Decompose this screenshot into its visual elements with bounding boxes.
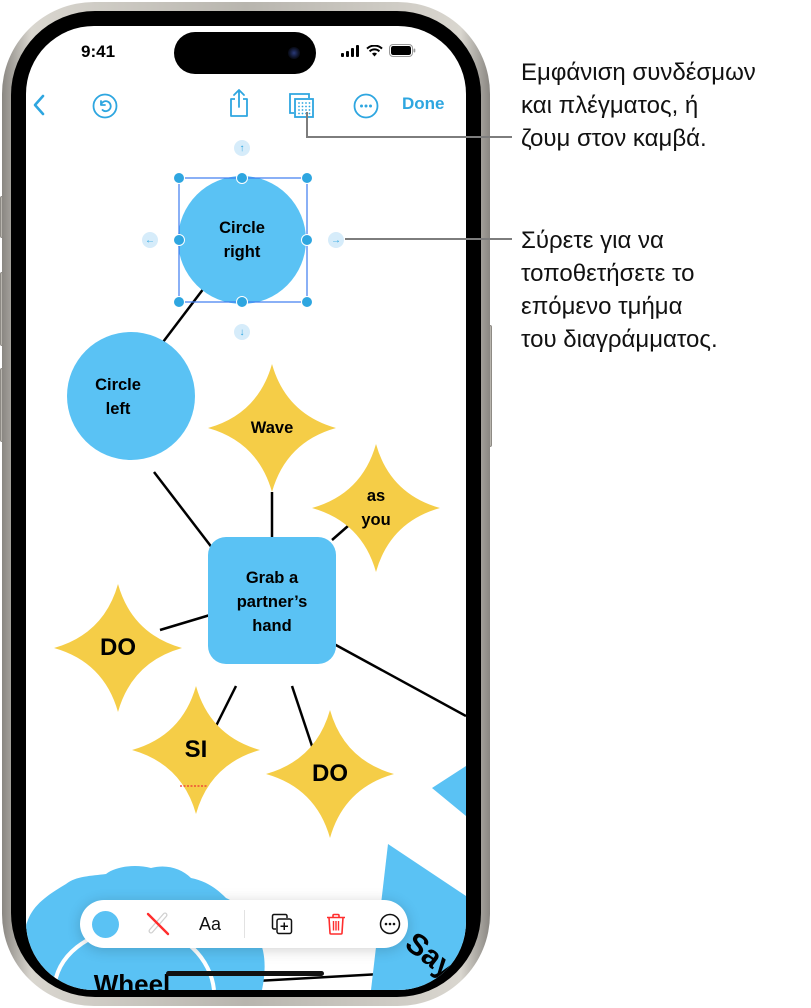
undo-button[interactable] [92,93,118,124]
undo-icon [92,93,118,119]
resize-handle-right[interactable] [301,234,313,246]
add-node-left-arrow-icon[interactable]: ← [142,232,158,248]
callout-leader-view-options [306,112,308,138]
node-label-do-left: DO [100,634,136,661]
dynamic-island [174,32,316,74]
add-node-up-arrow-icon[interactable]: ↑ [234,140,250,156]
connector-as-you-grab-hand [331,525,349,541]
back-button[interactable] [32,94,46,121]
node-label-circle-left: Circle left [95,376,141,418]
view-options-button[interactable] [288,92,316,125]
add-node-down-arrow-icon[interactable]: ↓ [234,324,250,340]
shape-triangle-partial[interactable] [432,766,466,816]
callout-leader-view-options-h [306,136,512,138]
toolbar-divider [244,910,245,938]
status-icons [341,44,416,57]
no-stroke-button[interactable] [138,900,178,948]
wifi-icon [366,44,383,56]
share-icon [230,89,248,117]
grid-view-icon [289,93,314,118]
node-label-as-you: as you [361,487,391,529]
shape-toolbar: Aa [80,900,408,948]
connector-do-left-grab-hand [159,613,211,632]
battery-icon [389,44,416,57]
status-time: 9:41 [81,42,116,61]
diagram-canvas[interactable] [26,26,466,990]
fill-color-button[interactable] [88,900,122,948]
line-none-icon [146,912,170,936]
add-node-right-arrow-icon[interactable]: → [328,232,344,248]
resize-handle-bottom[interactable] [236,296,248,308]
node-label-grab-hand: Grab a partner’s hand [236,569,308,635]
resize-handle-left[interactable] [173,234,185,246]
resize-handle-bottom-right[interactable] [301,296,313,308]
front-camera [288,47,300,59]
more-button[interactable] [353,93,379,124]
callout-view-options: Εμφάνιση συνδέσμων και πλέγματος, ή ζουμ… [521,59,756,152]
callout-leader-drag-next [345,238,512,240]
node-label-wheel: Wheel [93,969,171,990]
trash-icon [327,913,345,935]
resize-handle-bottom-left[interactable] [173,296,185,308]
node-label-circle-right: Circle right [219,219,265,261]
duplicate-icon [271,913,293,935]
resize-handle-top-left[interactable] [173,172,185,184]
ellipsis-circle-icon [379,913,401,935]
resize-handle-top[interactable] [236,172,248,184]
share-button[interactable] [228,88,250,123]
ellipsis-circle-icon [353,93,379,119]
home-indicator[interactable] [166,971,324,976]
cellular-signal-icon [341,44,359,57]
done-button[interactable]: Done [402,94,445,114]
delete-button[interactable] [316,900,356,948]
connector-grab-hand-right [333,642,466,718]
screen: ↑ ↓ ← → Circle right Circle left Wave as… [26,26,466,990]
chevron-left-icon [33,94,45,116]
node-label-si: SI [184,736,208,763]
node-label-wave: Wave [250,419,294,437]
text-style-button[interactable]: Aa [190,900,230,948]
more-options-button[interactable] [370,900,410,948]
resize-handle-top-right[interactable] [301,172,313,184]
duplicate-button[interactable] [262,900,302,948]
color-swatch-icon [91,910,119,938]
callout-drag-next: Σύρετε για να τοποθετήσετε το επόμενο τμ… [521,227,718,353]
node-label-do-bottom: DO [312,760,348,787]
